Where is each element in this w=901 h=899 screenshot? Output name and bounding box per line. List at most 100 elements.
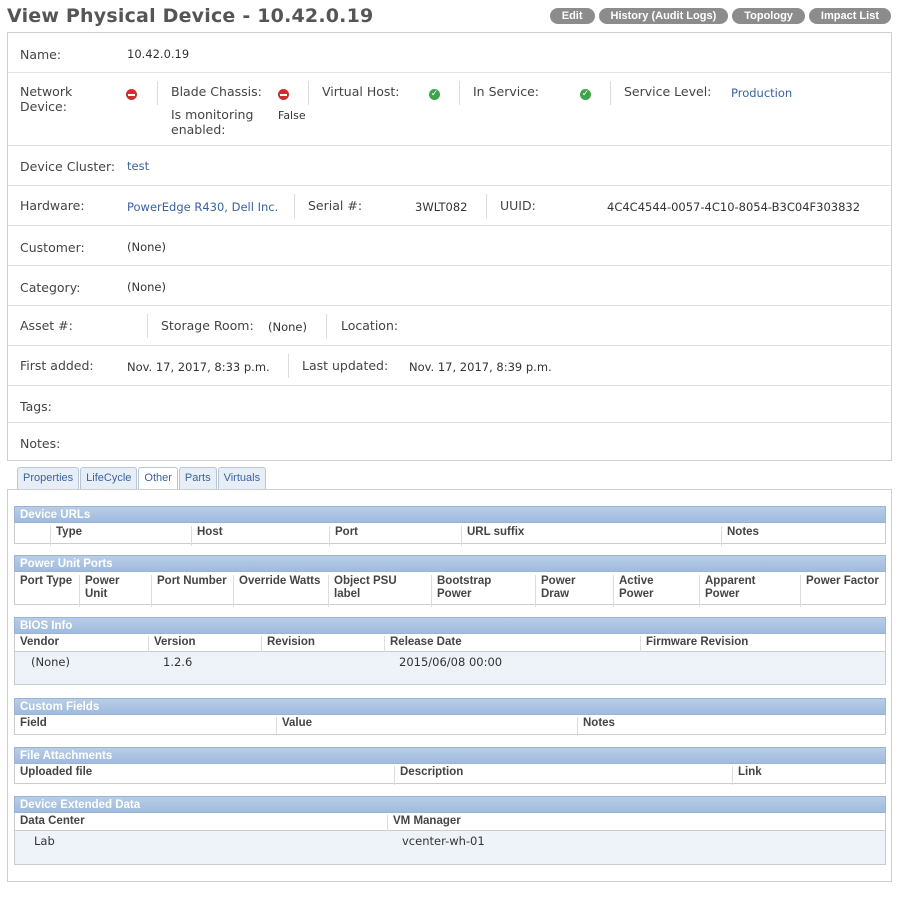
tab-other[interactable]: Other bbox=[138, 467, 178, 490]
tags-row: Tags: bbox=[8, 386, 891, 423]
column-header: Port bbox=[329, 526, 358, 546]
table-row: (None) 1.2.6 2015/06/08 00:00 bbox=[14, 652, 886, 685]
notes-row: Notes: bbox=[8, 423, 891, 460]
check-icon: ✓ bbox=[580, 89, 591, 100]
other-tab-panel: Device URLs Type Host Port URL suffix No… bbox=[7, 489, 892, 882]
section-header: BIOS Info bbox=[14, 617, 886, 634]
table-header: Port Type Power Unit Port Number Overrid… bbox=[14, 572, 886, 607]
device-cluster-row: Device Cluster: test bbox=[8, 146, 891, 186]
column-header: Value bbox=[276, 717, 312, 736]
table-header: Data Center VM Manager bbox=[14, 813, 886, 832]
uuid-label: UUID: bbox=[500, 198, 536, 213]
section-header: File Attachments bbox=[14, 747, 886, 764]
column-header: Description bbox=[394, 766, 463, 785]
impact-list-button[interactable]: Impact List bbox=[808, 8, 891, 24]
data-center-cell: Lab bbox=[34, 834, 55, 848]
monitoring-value: False bbox=[278, 109, 306, 122]
column-header: Link bbox=[732, 766, 762, 785]
column-header: Notes bbox=[721, 526, 759, 546]
vm-manager-link[interactable]: vcenter-wh-01 bbox=[402, 834, 485, 848]
column-header: Bootstrap Power bbox=[431, 575, 527, 607]
table-header: Vendor Version Revision Release Date Fir… bbox=[14, 634, 886, 653]
device-cluster-link[interactable]: test bbox=[127, 159, 149, 173]
column-header: Uploaded file bbox=[20, 766, 93, 778]
customer-value: (None) bbox=[127, 240, 166, 254]
column-header: Power Factor bbox=[800, 575, 880, 607]
column-header: Firmware Revision bbox=[640, 636, 748, 653]
history-audit-logs-button[interactable]: History (Audit Logs) bbox=[598, 8, 729, 24]
tab-bar: Properties LifeCycle Other Parts Virtual… bbox=[17, 467, 267, 490]
column-header: Override Watts bbox=[233, 575, 323, 607]
edit-button[interactable]: Edit bbox=[549, 8, 595, 24]
customer-row: Customer: (None) bbox=[8, 226, 891, 266]
custom-fields-section: Custom Fields Field Value Notes bbox=[14, 698, 886, 736]
hardware-link[interactable]: PowerEdge R430, Dell Inc. bbox=[127, 200, 278, 214]
action-buttons: Edit History (Audit Logs) Topology Impac… bbox=[549, 8, 891, 24]
section-header: Custom Fields bbox=[14, 698, 886, 715]
category-label: Category: bbox=[20, 280, 81, 295]
hardware-row: Hardware: PowerEdge R430, Dell Inc. Seri… bbox=[8, 186, 891, 226]
column-header: VM Manager bbox=[387, 815, 461, 832]
hardware-label: Hardware: bbox=[20, 198, 85, 213]
column-header: Active Power bbox=[613, 575, 689, 607]
bios-vendor-cell: (None) bbox=[31, 655, 70, 669]
column-header: Data Center bbox=[20, 815, 85, 827]
notes-label: Notes: bbox=[20, 436, 61, 451]
asset-row: Asset #: Storage Room: (None) Location: bbox=[8, 306, 891, 346]
device-urls-section: Device URLs Type Host Port URL suffix No… bbox=[14, 506, 886, 546]
no-entry-icon bbox=[126, 89, 137, 100]
virtual-host-label: Virtual Host: bbox=[322, 84, 400, 99]
last-updated-label: Last updated: bbox=[302, 358, 389, 373]
tags-label: Tags: bbox=[20, 399, 52, 414]
category-row: Category: (None) bbox=[8, 266, 891, 306]
location-label: Location: bbox=[341, 318, 399, 333]
check-icon: ✓ bbox=[429, 89, 440, 100]
column-header: Revision bbox=[261, 636, 315, 653]
in-service-label: In Service: bbox=[473, 84, 539, 99]
last-updated-value: Nov. 17, 2017, 8:39 p.m. bbox=[409, 360, 552, 374]
tab-parts[interactable]: Parts bbox=[178, 467, 217, 489]
device-cluster-label: Device Cluster: bbox=[20, 159, 116, 174]
service-level-link[interactable]: Production bbox=[731, 86, 792, 100]
serial-label: Serial #: bbox=[308, 198, 363, 213]
no-entry-icon bbox=[278, 89, 289, 100]
column-header: Version bbox=[148, 636, 196, 653]
name-value: 10.42.0.19 bbox=[127, 47, 190, 61]
tab-properties[interactable]: Properties bbox=[17, 467, 80, 489]
storage-room-label: Storage Room: bbox=[161, 318, 254, 333]
monitoring-label: Is monitoring enabled: bbox=[171, 107, 254, 137]
first-added-label: First added: bbox=[20, 358, 94, 373]
column-header: Object PSU label bbox=[328, 575, 424, 607]
table-row: Lab vcenter-wh-01 bbox=[14, 831, 886, 865]
tab-lifecycle[interactable]: LifeCycle bbox=[80, 467, 138, 489]
blade-chassis-label: Blade Chassis: bbox=[171, 84, 262, 99]
serial-value: 3WLT082 bbox=[415, 200, 468, 214]
device-extended-data-section: Device Extended Data Data Center VM Mana… bbox=[14, 796, 886, 865]
table-header: Field Value Notes bbox=[14, 715, 886, 736]
table-header: Uploaded file Description Link bbox=[14, 764, 886, 785]
column-header: Notes bbox=[577, 717, 615, 736]
storage-room-value: (None) bbox=[268, 320, 307, 334]
tab-virtuals[interactable]: Virtuals bbox=[217, 467, 267, 489]
page-title: View Physical Device - 10.42.0.19 bbox=[7, 5, 374, 27]
column-header: Port Type bbox=[20, 575, 73, 587]
column-header: Host bbox=[191, 526, 223, 546]
bios-info-section: BIOS Info Vendor Version Revision Releas… bbox=[14, 617, 886, 685]
section-header: Device URLs bbox=[14, 506, 886, 523]
name-row: Name: 10.42.0.19 bbox=[8, 33, 891, 73]
column-header: Power Draw bbox=[535, 575, 605, 607]
column-header: Type bbox=[50, 526, 82, 546]
device-details: Name: 10.42.0.19 Network Device: Blade C… bbox=[7, 32, 892, 461]
name-label: Name: bbox=[20, 47, 62, 62]
power-unit-ports-section: Power Unit Ports Port Type Power Unit Po… bbox=[14, 555, 886, 607]
service-level-label: Service Level: bbox=[624, 84, 712, 99]
uuid-value: 4C4C4544-0057-4C10-8054-B3C04F303832 bbox=[607, 200, 861, 214]
column-header: Field bbox=[20, 717, 47, 729]
topology-button[interactable]: Topology bbox=[732, 8, 805, 24]
dates-row: First added: Nov. 17, 2017, 8:33 p.m. La… bbox=[8, 346, 891, 386]
table-header: Type Host Port URL suffix Notes bbox=[14, 523, 886, 546]
column-header: Apparent Power bbox=[699, 575, 789, 607]
column-header: Release Date bbox=[384, 636, 462, 653]
first-added-value: Nov. 17, 2017, 8:33 p.m. bbox=[127, 360, 270, 374]
column-header: URL suffix bbox=[461, 526, 524, 546]
